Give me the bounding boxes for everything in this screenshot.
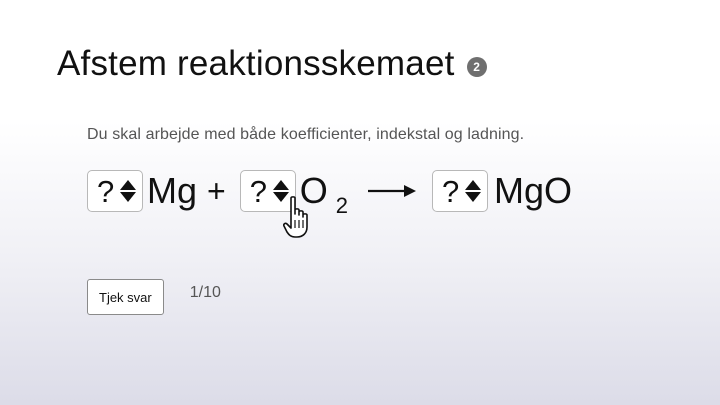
page-title: Afstem reaktionsskemaet xyxy=(57,44,455,83)
reaction-equation: ? Mg + ? O 2 ? MgO xyxy=(87,168,572,219)
right-arrow-icon xyxy=(367,185,416,197)
product-mgo: MgO xyxy=(493,170,572,211)
title-row: Afstem reaktionsskemaet 2 xyxy=(57,46,487,81)
reactant-mg: Mg xyxy=(147,170,198,211)
coefficient-stepper-o2[interactable]: ? xyxy=(239,170,296,212)
decrement-arrow-icon[interactable] xyxy=(464,192,481,202)
coefficient-stepper-mgo[interactable]: ? xyxy=(431,170,488,212)
reactant-o-symbol: O xyxy=(299,170,328,211)
plus-sign: + xyxy=(207,172,226,209)
progress-counter: 1/10 xyxy=(189,284,221,301)
reactant-o2: O 2 xyxy=(299,170,348,219)
coefficient-value: ? xyxy=(441,173,460,209)
decrement-arrow-icon[interactable] xyxy=(120,192,136,202)
up-down-arrows-icon[interactable] xyxy=(464,180,481,202)
up-down-arrows-icon[interactable] xyxy=(272,180,289,202)
check-answer-button[interactable]: Tjek svar xyxy=(87,279,164,315)
decrement-arrow-icon[interactable] xyxy=(272,192,289,202)
check-row: Tjek svar 1/10 xyxy=(87,279,221,315)
coefficient-value: ? xyxy=(97,173,115,209)
increment-arrow-icon[interactable] xyxy=(464,180,481,190)
up-down-arrows-icon[interactable] xyxy=(120,180,136,202)
coefficient-value: ? xyxy=(249,173,267,209)
increment-arrow-icon[interactable] xyxy=(120,180,136,190)
increment-arrow-icon[interactable] xyxy=(272,180,289,190)
instructions-text: Du skal arbejde med både koefficienter, … xyxy=(87,126,525,143)
reactant-o-subscript: 2 xyxy=(335,193,348,218)
coefficient-stepper-mg[interactable]: ? xyxy=(87,170,143,212)
exercise-number-badge[interactable]: 2 xyxy=(466,56,487,77)
